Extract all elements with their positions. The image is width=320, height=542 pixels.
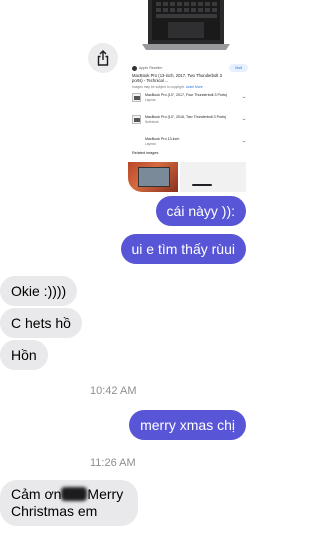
share-button[interactable] [88,43,118,73]
source-label: Apple Reseller [132,65,163,71]
product-source: Notebook [145,120,159,124]
source-logo-icon [132,65,137,71]
redacted-name [61,487,88,501]
received-message[interactable]: Cảm ơn Merry Christmas em [0,480,138,526]
sent-message[interactable]: ui e tìm thấy rùui [120,234,246,264]
visit-button[interactable]: Visit [228,64,248,72]
chevron-down-icon: ⌄ [240,116,247,123]
source-name: Apple Reseller [139,66,163,70]
shared-image-message[interactable]: Apple Reseller Visit MacBook Pro (13-inc… [128,0,250,192]
message-text: Cảm ơn [11,486,62,502]
product-name: MacBook Pro (13", 2017, Four Thunderbolt… [145,93,228,98]
copyright-note: Images may be subject to copyright. Lear… [132,85,248,89]
laptop-image [142,0,230,50]
related-images-label: Related images [132,151,159,156]
learn-more-link[interactable]: Learn More [186,85,203,89]
timestamp: 11:26 AM [90,457,136,469]
chevron-down-icon: ⌄ [240,94,247,101]
sent-message[interactable]: cái nàyy )): [155,196,246,226]
product-thumbnail [132,93,141,103]
related-image[interactable] [180,162,246,192]
received-message[interactable]: C hets hồ [0,308,82,338]
message-text: Merry [87,486,124,502]
received-message[interactable]: Okie :)))) [0,276,78,306]
chevron-down-icon: ⌄ [240,138,247,145]
product-thumbnail [132,115,141,125]
result-title: MacBook Pro (13-inch, 2017, Two Thunderb… [132,73,222,84]
copyright-text: Images may be subject to copyright. [132,85,185,90]
product-row[interactable]: MacBook Pro 13-inch Laymat ⌄ [132,137,248,149]
product-row[interactable]: MacBook Pro (13", 2017, Four Thunderbolt… [132,93,248,111]
timestamp: 10:42 AM [90,385,137,397]
sent-message[interactable]: merry xmas chị [129,410,246,440]
product-row[interactable]: MacBook Pro (13", 2016, Two Thunderbolt … [132,115,248,133]
received-message[interactable]: Hồn [0,340,48,370]
product-source: Laymat [145,142,156,146]
related-image[interactable] [128,162,178,192]
product-source: Laymat [145,98,156,102]
home-indicator [192,184,212,186]
message-text: Christmas em [11,503,98,519]
share-icon [97,50,109,66]
